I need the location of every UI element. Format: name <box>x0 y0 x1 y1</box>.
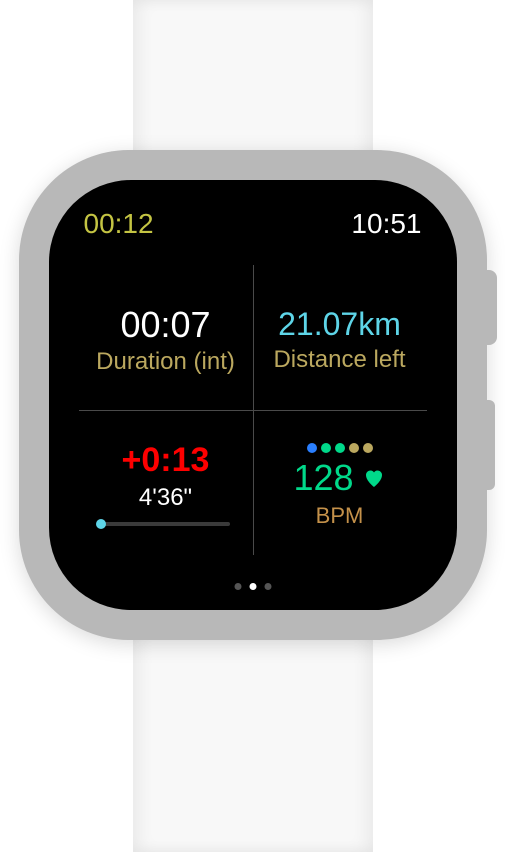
heart-zone-dots <box>307 443 373 453</box>
clock-time: 10:51 <box>351 208 421 240</box>
page-dot[interactable] <box>249 583 256 590</box>
distance-cell[interactable]: 21.07km Distance left <box>253 265 427 410</box>
header: 00:12 10:51 <box>79 208 427 240</box>
pace-progress <box>101 522 231 526</box>
heart-zone-dot <box>363 443 373 453</box>
heart-rate-row: 128 <box>293 457 385 499</box>
bpm-label: BPM <box>316 503 364 529</box>
page-dot[interactable] <box>264 583 271 590</box>
heart-rate-cell[interactable]: 128 BPM <box>253 410 427 555</box>
distance-value: 21.07km <box>278 307 401 342</box>
bpm-value: 128 <box>293 457 353 499</box>
duration-label: Duration (int) <box>96 348 235 376</box>
heart-zone-dot <box>349 443 359 453</box>
watch-band-top <box>133 0 373 165</box>
heart-zone-dot <box>307 443 317 453</box>
pace-cell[interactable]: +0:13 4'36" <box>79 410 253 555</box>
pace-diff-value: +0:13 <box>122 441 210 480</box>
metrics-grid: 00:07 Duration (int) 21.07km Distance le… <box>79 265 427 555</box>
watch-band-bottom <box>133 622 373 852</box>
watch-case: 00:12 10:51 00:07 Duration (int) 21.07km… <box>19 150 487 640</box>
heart-zone-dot <box>321 443 331 453</box>
side-button[interactable] <box>479 400 495 490</box>
watch-screen[interactable]: 00:12 10:51 00:07 Duration (int) 21.07km… <box>49 180 457 610</box>
duration-value: 00:07 <box>120 305 210 345</box>
progress-indicator <box>96 519 106 529</box>
duration-cell[interactable]: 00:07 Duration (int) <box>79 265 253 410</box>
digital-crown[interactable] <box>477 270 497 345</box>
elapsed-time: 00:12 <box>84 208 154 240</box>
heart-icon <box>362 466 386 490</box>
page-dot[interactable] <box>234 583 241 590</box>
pagination-dots[interactable] <box>234 583 271 590</box>
pace-target-value: 4'36" <box>139 484 192 512</box>
distance-label: Distance left <box>273 346 405 374</box>
progress-track <box>101 522 231 526</box>
heart-zone-dot <box>335 443 345 453</box>
